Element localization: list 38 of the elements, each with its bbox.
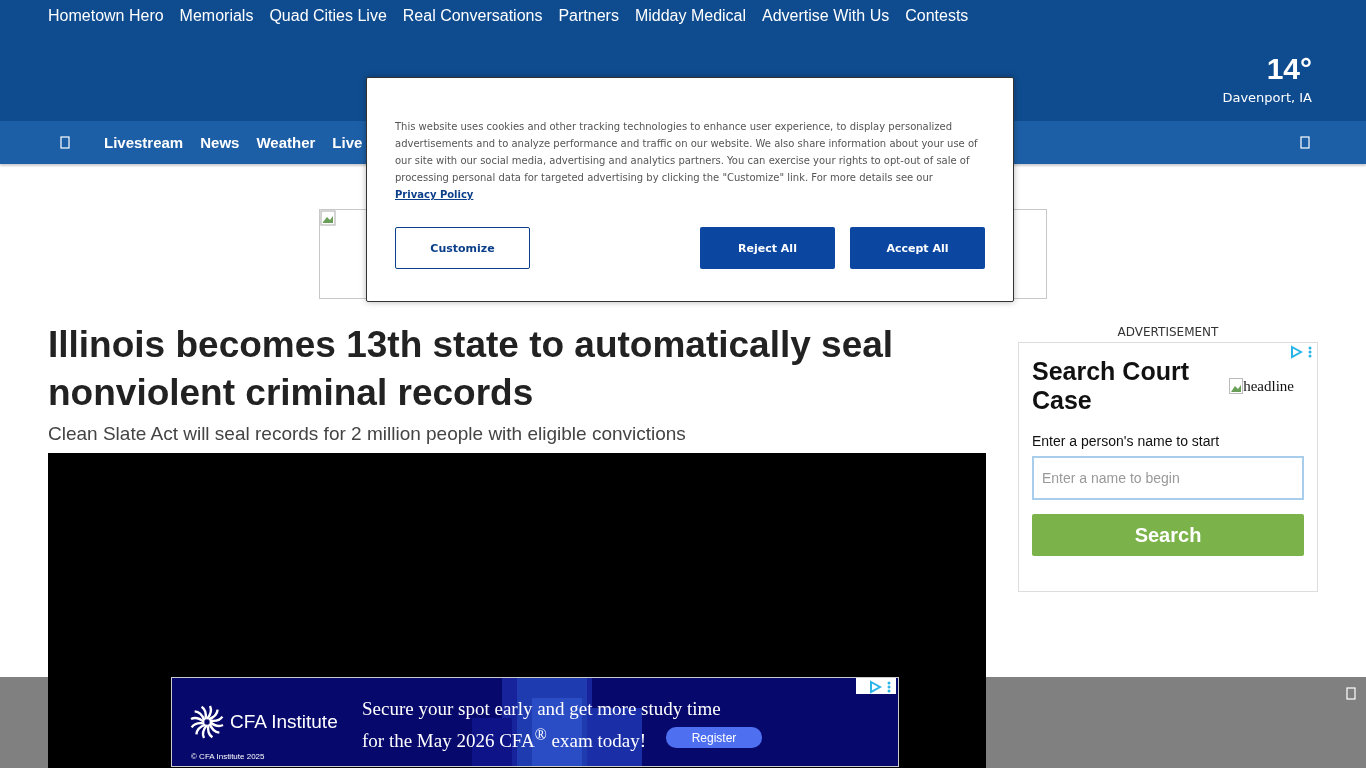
article-headline: Illinois becomes 13th state to automatically seal nonviolent criminal records — [48, 323, 895, 415]
image-alt-text: headline — [1243, 377, 1294, 395]
top-link[interactable]: Partners — [558, 7, 619, 27]
consent-button[interactable]: Accept All — [850, 227, 985, 269]
article-subheadline: Clean Slate Act will seal records for 2 million people with eligible convictions — [48, 423, 687, 445]
top-link[interactable]: Memorials — [179, 7, 254, 27]
nav-link[interactable]: Livestream — [104, 134, 184, 151]
field-label: Enter a person's name to start — [1032, 433, 1221, 449]
cookie-notice: This website uses cookies and other tracking technologies to enhance user experience, to display personalized advertisements and to analyze performance and traffic on our website. We also share information about your use of our site with our social media, advertising and analytics partners. You can exercise your rights to opt-out of sale of processing personal data for targeted advertising by clicking the "Customize" link. For more details see our Privacy Policy — [395, 120, 979, 202]
nav-link[interactable]: Live — [332, 134, 363, 151]
brand-name: CFA Institute — [230, 711, 338, 733]
ad-headline: for the May 2026 CFA$^{®}$ exam today! — [362, 724, 646, 754]
nav-link[interactable]: Weather — [256, 134, 316, 151]
ad-label: ADVERTISEMENT — [1117, 325, 1219, 339]
adchoices-icon[interactable] — [868, 680, 882, 694]
consent-button[interactable]: Reject All — [700, 227, 835, 269]
top-link[interactable]: Contests — [905, 7, 969, 27]
broken-image-icon — [320, 210, 336, 226]
weather-location: Davenport, IA — [1222, 90, 1312, 105]
privacy-policy-link[interactable]: Privacy Policy — [395, 189, 474, 200]
nav-link[interactable]: News — [200, 134, 240, 151]
top-link[interactable]: Hometown Hero — [48, 7, 164, 27]
adchoices-icon[interactable] — [1289, 345, 1303, 359]
ad-title: Search Court Case — [1032, 357, 1190, 415]
consent-button[interactable]: Customize — [395, 227, 530, 269]
top-link[interactable]: Midday Medical — [634, 7, 747, 27]
starburst-icon — [190, 705, 224, 739]
more-icon[interactable] — [1307, 345, 1313, 359]
more-icon[interactable] — [886, 680, 892, 694]
ad-headline: Secure your spot early and get more study time — [362, 696, 721, 721]
top-link[interactable]: Advertise With Us — [762, 7, 890, 27]
broken-image-icon — [1229, 378, 1244, 394]
register-button[interactable]: Register — [665, 727, 762, 749]
top-link[interactable]: Real Conversations — [402, 7, 543, 27]
top-link[interactable]: Quad Cities Live — [269, 7, 387, 27]
name-field[interactable]: Enter a name to begin — [1032, 456, 1304, 500]
copyright-text: © CFA Institute 2025 — [191, 752, 265, 761]
temperature: 14° — [1266, 52, 1312, 86]
